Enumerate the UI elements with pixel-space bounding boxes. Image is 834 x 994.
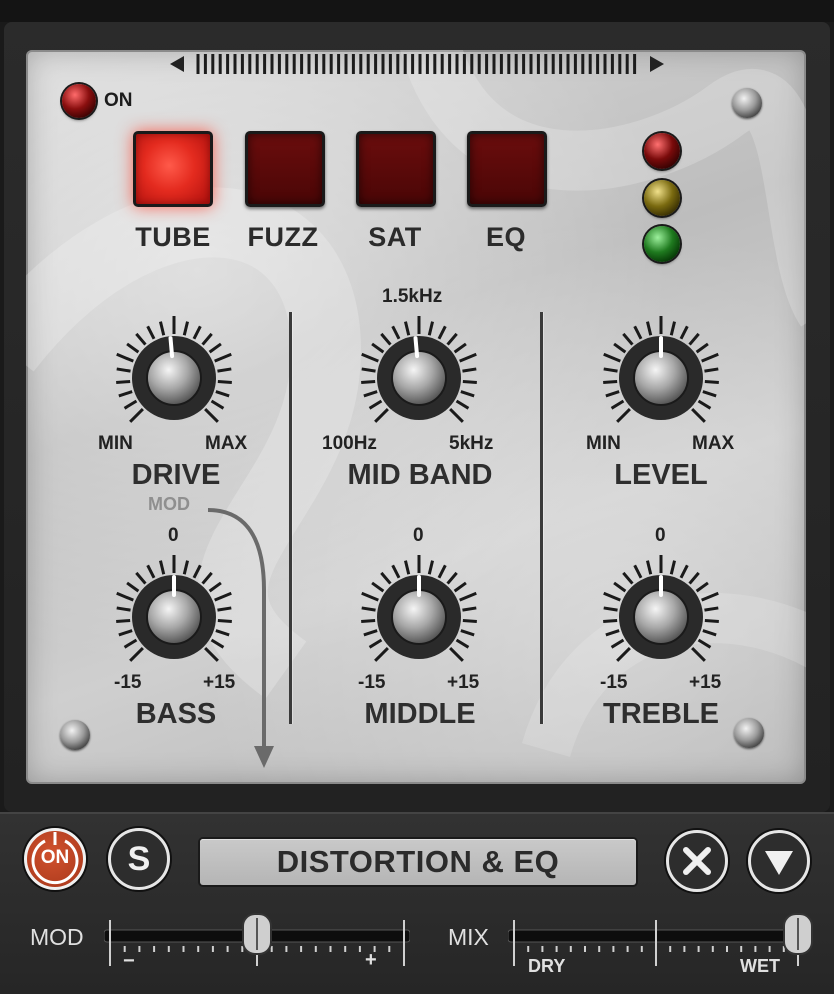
mode-label-fuzz: FUZZ (247, 222, 319, 252)
bass-knob[interactable] (109, 552, 239, 682)
mod-slider-max-label: + (365, 949, 377, 971)
mix-slider-max-label: WET (740, 956, 780, 976)
mid-band-knob[interactable] (354, 313, 484, 443)
power-label: ON (104, 90, 133, 111)
middle-knob[interactable] (354, 552, 484, 682)
treble-top-label: 0 (655, 525, 666, 546)
footer-on-label: ON (40, 847, 70, 868)
triangle-down-icon (765, 851, 793, 875)
status-led-red (644, 133, 680, 169)
status-led-yellow (644, 180, 680, 216)
drive-max-label: MAX (205, 433, 248, 454)
middle-title: MIDDLE (364, 698, 476, 730)
mid-band-max-label: 5kHz (449, 433, 494, 454)
treble-max-label: +15 (689, 672, 722, 693)
level-min-label: MIN (586, 433, 621, 454)
treble-min-label: -15 (600, 672, 628, 693)
power-led[interactable] (62, 84, 96, 118)
solo-button[interactable]: S (108, 828, 170, 890)
mid-band-min-label: 100Hz (322, 433, 377, 454)
mode-label-sat: SAT (368, 222, 422, 252)
bass-top-label: 0 (168, 525, 179, 546)
mix-slider-label: MIX (448, 924, 489, 950)
drive-min-label: MIN (98, 433, 133, 454)
drive-title: DRIVE (131, 459, 221, 491)
treble-knob[interactable] (596, 552, 726, 682)
menu-button[interactable] (748, 830, 810, 892)
screw-top-right (732, 88, 762, 118)
bass-title: BASS (135, 698, 217, 730)
solo-label: S (127, 840, 151, 878)
preset-name[interactable]: DISTORTION & EQ (200, 839, 636, 885)
mode-label-eq: EQ (485, 222, 526, 252)
mode-button-tube[interactable] (133, 131, 213, 207)
level-knob[interactable] (596, 313, 726, 443)
drag-grip[interactable] (170, 52, 664, 76)
mode-button-sat[interactable] (356, 131, 436, 207)
status-led-green (644, 226, 680, 262)
middle-max-label: +15 (447, 672, 480, 693)
host-top-bar (0, 0, 834, 22)
mod-routing-label: MOD (148, 494, 190, 514)
section-divider-right (540, 312, 543, 724)
bass-max-label: +15 (203, 672, 236, 693)
plugin-window: ON TUBE FUZZ SAT EQ MIN MAX DRIVE 1.5kHz… (0, 0, 834, 994)
middle-top-label: 0 (413, 525, 424, 546)
section-divider-left (289, 312, 292, 724)
drive-knob[interactable] (109, 313, 239, 443)
mode-label-tube: TUBE (135, 222, 211, 252)
level-title: LEVEL (614, 459, 708, 491)
mode-button-eq[interactable] (467, 131, 547, 207)
footer-on-button[interactable]: ON (24, 828, 86, 890)
remove-button[interactable] (666, 830, 728, 892)
middle-min-label: -15 (358, 672, 386, 693)
mid-band-top-label: 1.5kHz (382, 286, 443, 307)
mode-button-fuzz[interactable] (245, 131, 325, 207)
treble-title: TREBLE (603, 698, 719, 730)
close-icon (683, 847, 711, 875)
mix-slider-min-label: DRY (528, 956, 566, 976)
mod-slider-label: MOD (30, 924, 84, 950)
level-max-label: MAX (692, 433, 735, 454)
mod-slider-min-label: − (123, 950, 135, 972)
mid-band-title: MID BAND (347, 459, 493, 491)
bass-min-label: -15 (114, 672, 142, 693)
